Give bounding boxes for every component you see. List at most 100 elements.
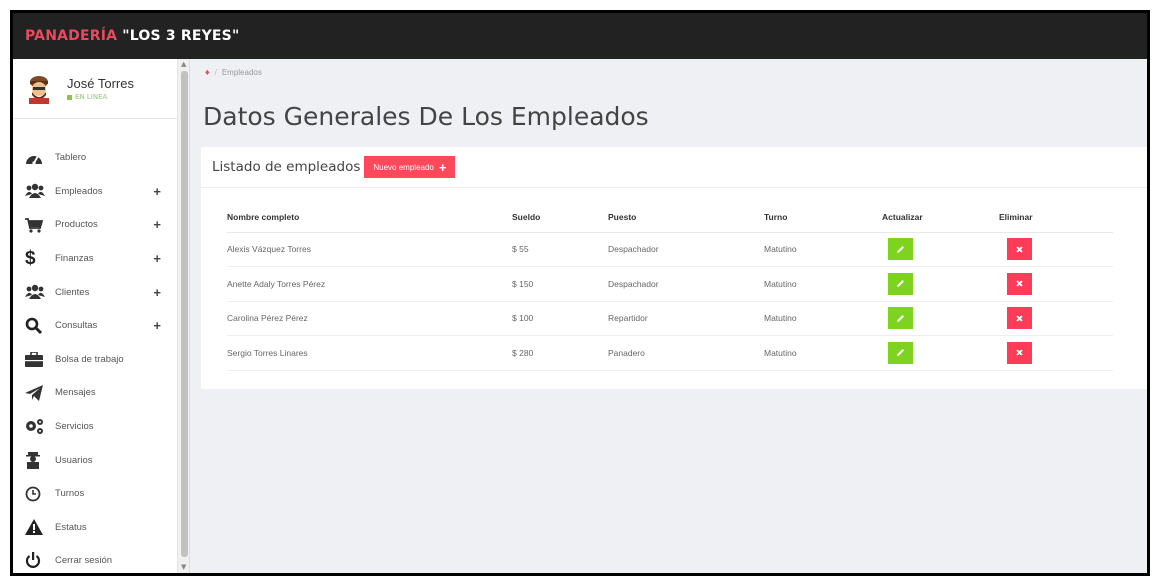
sidebar-item-clientes[interactable]: Clientes + <box>13 275 177 309</box>
cell-update <box>882 266 999 302</box>
sidebar-item-label: Empleados <box>55 185 103 197</box>
cell-delete <box>999 232 1113 267</box>
expand-plus-icon[interactable]: + <box>153 217 161 232</box>
expand-plus-icon[interactable]: + <box>153 251 161 266</box>
sidebar-item-mensajes[interactable]: Mensajes <box>13 376 177 410</box>
app-window: PANADERÍA "LOS 3 REYES" José Torres EN L… <box>10 10 1150 576</box>
employees-card: Listado de empleados Nuevo empleado + No… <box>201 147 1147 389</box>
cell-name: Alexis Vázquez Torres <box>227 232 512 267</box>
breadcrumb-current: Empleados <box>221 67 262 77</box>
sidebar-item-bolsa-de-trabajo[interactable]: Bolsa de trabajo <box>13 343 177 377</box>
column-header: Eliminar <box>999 202 1113 233</box>
edit-button[interactable] <box>888 307 913 330</box>
cell-update <box>882 301 999 336</box>
delete-button[interactable] <box>1007 238 1032 261</box>
cell-salary: $ 100 <box>512 301 608 336</box>
delete-button[interactable] <box>1007 272 1032 295</box>
briefcase-icon <box>25 350 45 368</box>
user-name: José Torres <box>67 76 134 91</box>
sidebar-item-label: Turnos <box>55 488 85 500</box>
users-icon <box>25 283 45 301</box>
expand-plus-icon[interactable]: + <box>153 285 161 300</box>
expand-plus-icon[interactable]: + <box>153 318 161 333</box>
cell-salary: $ 55 <box>512 232 608 267</box>
cell-delete <box>999 266 1113 302</box>
dollar-icon: $ <box>25 247 36 269</box>
status-label: EN LINEA <box>75 93 108 101</box>
sidebar-item-label: Consultas <box>55 320 98 332</box>
column-header: Puesto <box>608 202 764 233</box>
scrollbar-thumb[interactable] <box>181 71 188 557</box>
sidebar-item-label: Bolsa de trabajo <box>55 353 124 365</box>
new-employee-button[interactable]: Nuevo empleado + <box>364 156 456 178</box>
cell-position: Despachador <box>608 232 764 267</box>
plus-icon: + <box>438 159 447 175</box>
sidebar-scrollbar[interactable]: ▲ ▼ <box>178 59 190 573</box>
sidebar-item-servicios[interactable]: Servicios <box>13 410 177 444</box>
cell-shift: Matutino <box>764 335 882 371</box>
sidebar-item-consultas[interactable]: Consultas + <box>13 309 177 343</box>
sidebar-item-turnos[interactable]: Turnos <box>13 477 177 511</box>
top-navbar: PANADERÍA "LOS 3 REYES" <box>13 13 1147 59</box>
sidebar-item-estatus[interactable]: Estatus <box>13 511 177 545</box>
home-icon[interactable]: ♦ <box>205 67 210 77</box>
sidebar-item-finanzas[interactable]: $ Finanzas + <box>13 242 177 276</box>
cell-position: Panadero <box>608 335 764 371</box>
delete-button[interactable] <box>1007 341 1032 364</box>
breadcrumb: ♦ / Empleados <box>190 59 1147 85</box>
sidebar-item-label: Mensajes <box>55 387 96 399</box>
column-header: Turno <box>764 202 882 233</box>
users-icon <box>25 182 45 200</box>
sidebar-item-label: Finanzas <box>55 253 94 265</box>
sidebar: José Torres EN LINEA Tablero Empleados +… <box>13 59 178 573</box>
expand-plus-icon[interactable]: + <box>153 184 161 199</box>
cell-name: Sergio Torres Linares <box>227 335 512 371</box>
card-title: Listado de empleados <box>212 159 361 175</box>
cart-icon <box>25 216 45 234</box>
paper-plane-icon <box>25 384 45 402</box>
cell-name: Anette Adaly Torres Pérez <box>227 266 512 302</box>
cell-update <box>882 335 999 371</box>
clock-icon <box>25 485 45 503</box>
user-icon <box>25 451 45 469</box>
sidebar-item-usuarios[interactable]: Usuarios <box>13 443 177 477</box>
close-icon <box>1016 280 1023 287</box>
brand-name: PANADERÍA <box>25 28 123 44</box>
scroll-up-icon[interactable]: ▲ <box>181 60 186 68</box>
card-header: Listado de empleados Nuevo empleado + <box>201 147 1147 188</box>
table-header-row: Nombre completo Sueldo Puesto Turno Actu… <box>227 202 1113 233</box>
edit-button[interactable] <box>888 272 913 295</box>
column-header: Sueldo <box>512 202 608 233</box>
cell-update <box>882 232 999 267</box>
sidebar-item-label: Cerrar sesión <box>55 555 113 567</box>
cell-salary: $ 150 <box>512 266 608 302</box>
cell-shift: Matutino <box>764 232 882 267</box>
column-header: Nombre completo <box>227 202 512 233</box>
brand-logo[interactable]: PANADERÍA "LOS 3 REYES" <box>25 28 239 44</box>
employees-table: Nombre completo Sueldo Puesto Turno Actu… <box>227 202 1113 371</box>
sidebar-item-label: Usuarios <box>55 454 93 466</box>
sidebar-item-cerrar-sesion[interactable]: Cerrar sesión <box>13 544 177 576</box>
delete-button[interactable] <box>1007 307 1032 330</box>
cogs-icon <box>25 418 45 436</box>
user-panel: José Torres EN LINEA <box>13 59 177 119</box>
close-icon <box>1016 349 1023 356</box>
page-title: Datos Generales De Los Empleados <box>203 101 649 131</box>
sidebar-item-empleados[interactable]: Empleados + <box>13 175 177 209</box>
sidebar-item-label: Productos <box>55 219 98 231</box>
sidebar-item-label: Servicios <box>55 421 94 433</box>
edit-button[interactable] <box>888 341 913 364</box>
sidebar-item-productos[interactable]: Productos + <box>13 208 177 242</box>
scroll-down-icon[interactable]: ▼ <box>181 563 186 571</box>
close-icon <box>1016 315 1023 322</box>
warning-icon <box>25 518 45 536</box>
sidebar-item-label: Tablero <box>55 152 87 164</box>
pencil-icon <box>897 349 904 357</box>
sidebar-item-label: Clientes <box>55 286 90 298</box>
cell-name: Carolina Pérez Pérez <box>227 301 512 336</box>
edit-button[interactable] <box>888 238 913 261</box>
brand-quote: "LOS 3 REYES" <box>122 28 240 44</box>
sidebar-item-tablero[interactable]: Tablero <box>13 141 177 175</box>
column-header: Actualizar <box>882 202 999 233</box>
table-row: Carolina Pérez Pérez $ 100 Repartidor Ma… <box>227 301 1113 336</box>
